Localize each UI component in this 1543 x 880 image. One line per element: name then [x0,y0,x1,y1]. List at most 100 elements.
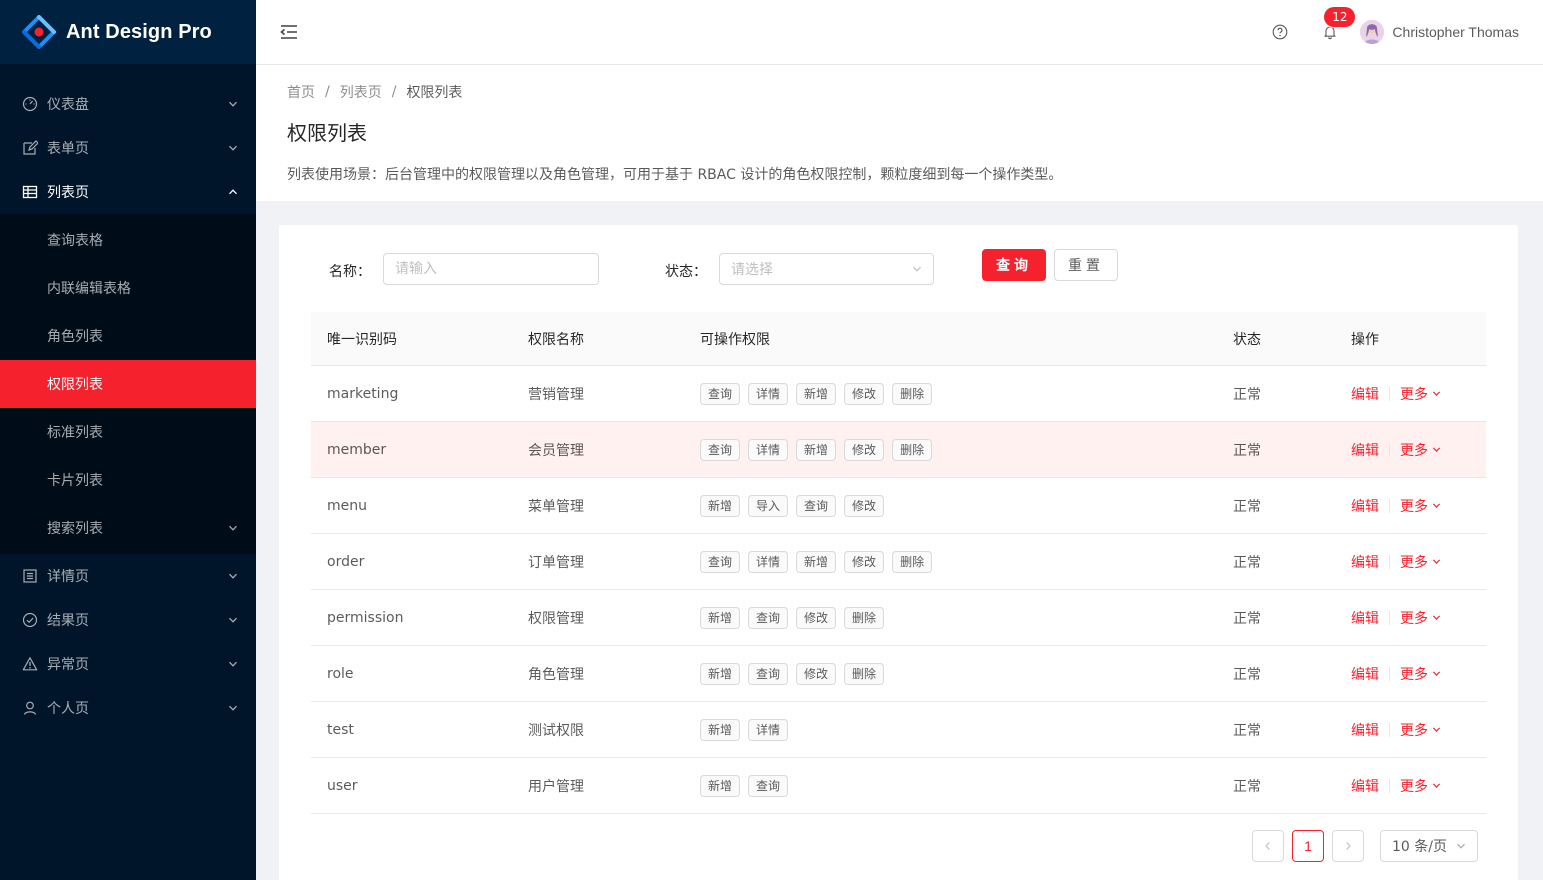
status-select[interactable]: 请选择 [719,253,934,285]
table-row[interactable]: member 会员管理 查询 详情 新增 修改 删除 正常 编辑 更多 [311,422,1486,478]
page-button-current[interactable]: 1 [1292,830,1324,862]
sidebar-subitem-3[interactable]: 权限列表 [0,360,256,408]
permission-tag: 查询 [748,662,789,685]
permission-tag: 导入 [748,494,789,517]
sidebar-subitem-6[interactable]: 搜索列表 [0,504,256,552]
sidebar-item-1[interactable]: 表单页 [0,126,256,170]
divider [1389,778,1390,793]
cell-operation: 编辑 更多 [1335,720,1486,740]
table-body: marketing 营销管理 查询 详情 新增 修改 删除 正常 编辑 更多 member 会员管理查… [311,366,1486,814]
sidebar-item-label: 异常页 [47,657,89,673]
divider [1389,498,1390,513]
name-input[interactable] [383,253,599,285]
sidebar-subitem-label: 权限列表 [47,377,103,393]
table-row[interactable]: user 用户管理 新增 查询 正常 编辑 更多 [311,758,1486,814]
chevron-left-icon [1265,842,1270,850]
table-row[interactable]: permission 权限管理 新增 查询 修改 删除 正常 编辑 更多 [311,590,1486,646]
permission-tag: 修改 [844,438,885,461]
chevron-down-icon [229,145,237,151]
sidebar-item-2[interactable]: 列表页 [0,170,256,214]
table-row[interactable]: marketing 营销管理 查询 详情 新增 修改 删除 正常 编辑 更多 [311,366,1486,422]
more-label: 更多 [1400,722,1428,739]
table-row[interactable]: menu 菜单管理 新增 导入 查询 修改 正常 编辑 更多 [311,478,1486,534]
divider [1389,610,1390,625]
sidebar-subitem-0[interactable]: 查询表格 [0,216,256,264]
sidebar-subitem-label: 搜索列表 [47,521,103,537]
sidebar-subitem-2[interactable]: 角色列表 [0,312,256,360]
edit-link[interactable]: 编辑 [1351,384,1379,404]
table-icon [22,185,38,199]
edit-link[interactable]: 编辑 [1351,608,1379,628]
more-dropdown[interactable]: 更多 [1400,608,1441,628]
cell-code: user [327,777,358,794]
sidebar-subitem-label: 角色列表 [47,329,103,345]
prev-page-button[interactable] [1252,830,1284,862]
more-dropdown[interactable]: 更多 [1400,384,1441,404]
header-right: 12 Christopher Thomas [1268,0,1543,64]
permission-tag: 详情 [748,382,789,405]
column-header-status: 状态 [1233,331,1261,348]
more-dropdown[interactable]: 更多 [1400,496,1441,516]
cell-code: test [327,721,354,738]
warning-icon [22,657,38,671]
cell-actions: 查询 详情 新增 修改 删除 [684,550,1217,573]
sidebar-item-3[interactable]: 详情页 [0,554,256,598]
edit-link[interactable]: 编辑 [1351,552,1379,572]
cell-operation: 编辑 更多 [1335,608,1486,628]
edit-link[interactable]: 编辑 [1351,720,1379,740]
next-page-button[interactable] [1332,830,1364,862]
logo[interactable]: Ant Design Pro [0,0,256,64]
permission-tag: 查询 [700,438,741,461]
sidebar-subitem-5[interactable]: 卡片列表 [0,456,256,504]
table-row[interactable]: test 测试权限 新增 详情 正常 编辑 更多 [311,702,1486,758]
divider [1389,554,1390,569]
breadcrumb-separator: / [391,84,397,100]
table-row[interactable]: role 角色管理 新增 查询 修改 删除 正常 编辑 更多 [311,646,1486,702]
page-size-select[interactable]: 10 条/页 [1380,830,1478,862]
user-menu[interactable]: Christopher Thomas [1360,20,1519,44]
sidebar-subitem-4[interactable]: 标准列表 [0,408,256,456]
app-title: Ant Design Pro [66,20,212,43]
breadcrumb-home[interactable]: 首页 [287,82,315,102]
edit-link[interactable]: 编辑 [1351,664,1379,684]
avatar-image [1360,20,1385,44]
chevron-down-icon [1432,559,1441,564]
chevron-down-icon [229,573,237,579]
reset-button[interactable]: 重置 [1054,249,1118,281]
query-button[interactable]: 查询 [982,249,1046,281]
sidebar-item-5[interactable]: 异常页 [0,642,256,686]
more-dropdown[interactable]: 更多 [1400,664,1441,684]
cell-actions: 新增 查询 修改 删除 [684,662,1217,685]
menu-fold-icon[interactable] [280,23,298,41]
edit-link[interactable]: 编辑 [1351,776,1379,796]
help-button[interactable] [1268,20,1292,44]
more-dropdown[interactable]: 更多 [1400,440,1441,460]
sidebar-subitem-1[interactable]: 内联编辑表格 [0,264,256,312]
sidebar: Ant Design Pro 仪表盘 表单页 列表页 查询表格 内联编辑表格角色列表权限… [0,0,256,880]
more-dropdown[interactable]: 更多 [1400,552,1441,572]
table-row[interactable]: order 订单管理 查询 详情 新增 修改 删除 正常 编辑 更多 [311,534,1486,590]
chevron-right-icon [1346,842,1351,850]
sidebar-item-6[interactable]: 个人页 [0,686,256,730]
notification-button[interactable]: 12 [1318,7,1356,44]
edit-link[interactable]: 编辑 [1351,496,1379,516]
sidebar-item-label: 详情页 [47,569,89,585]
sidebar-item-4[interactable]: 结果页 [0,598,256,642]
breadcrumb-list[interactable]: 列表页 [340,82,382,102]
cell-name: 会员管理 [528,442,584,459]
more-dropdown[interactable]: 更多 [1400,776,1441,796]
more-dropdown[interactable]: 更多 [1400,720,1441,740]
cell-name: 用户管理 [528,778,584,795]
column-header-code: 唯一识别码 [327,331,397,348]
cell-code: permission [327,609,404,626]
cell-name: 菜单管理 [528,498,584,515]
permission-tag: 新增 [700,494,741,517]
sidebar-item-0[interactable]: 仪表盘 [0,82,256,126]
edit-link[interactable]: 编辑 [1351,440,1379,460]
permission-tag: 修改 [796,662,837,685]
user-name: Christopher Thomas [1392,24,1519,40]
cell-status: 正常 [1233,666,1261,683]
ant-design-logo-icon [22,15,56,49]
chevron-up-icon [229,189,237,195]
sidebar-item-label: 结果页 [47,613,89,629]
